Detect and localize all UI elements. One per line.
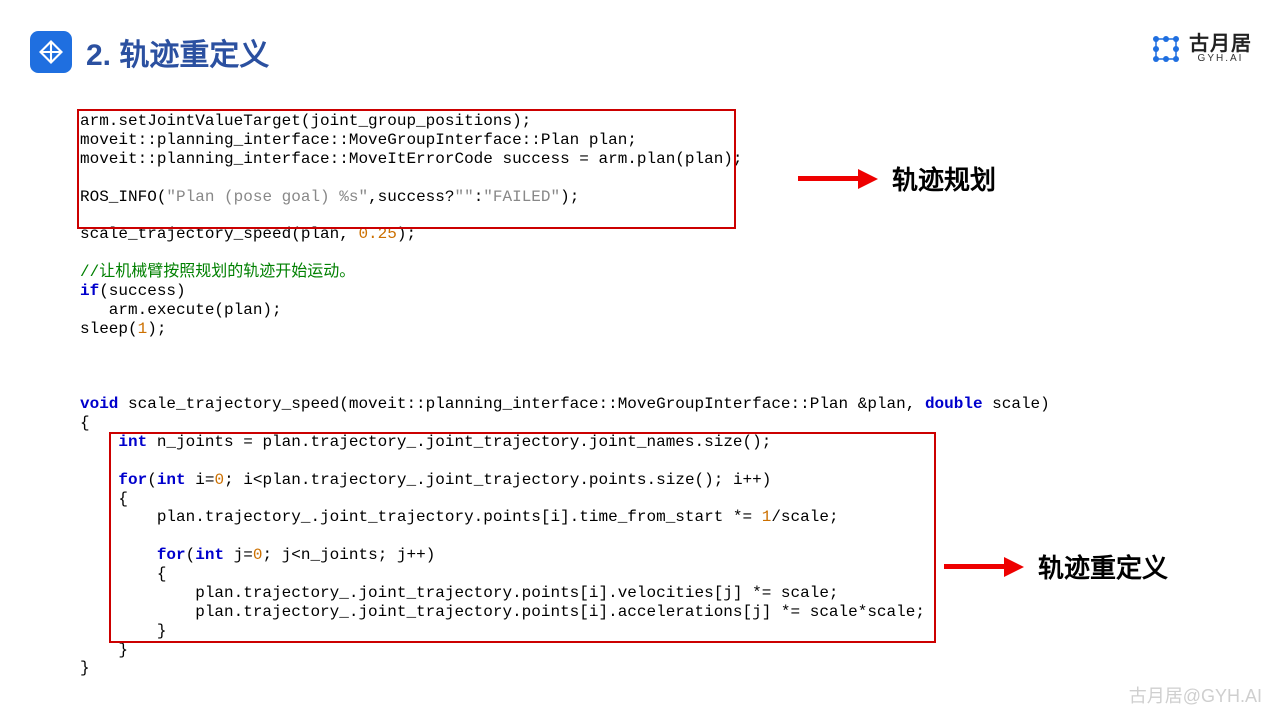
arrow-planning: 轨迹规划 — [798, 160, 996, 197]
arrow-head-icon — [858, 169, 878, 189]
label-planning: 轨迹规划 — [892, 160, 996, 197]
slide-logo-icon — [30, 31, 72, 73]
brand-name: 古月居 — [1189, 34, 1252, 55]
label-redefine: 轨迹重定义 — [1038, 548, 1168, 585]
brand-sub: GYH.AI — [1189, 54, 1252, 65]
arrow-redefine: 轨迹重定义 — [944, 548, 1168, 585]
arrow-head-icon — [1004, 557, 1024, 577]
brand-icon — [1151, 34, 1181, 64]
brand-block: 古月居 GYH.AI — [1151, 34, 1252, 65]
watermark: 古月居@GYH.AI — [1129, 682, 1262, 708]
slide-title: 2. 轨迹重定义 — [86, 30, 269, 74]
slide-header: 2. 轨迹重定义 — [30, 30, 269, 74]
